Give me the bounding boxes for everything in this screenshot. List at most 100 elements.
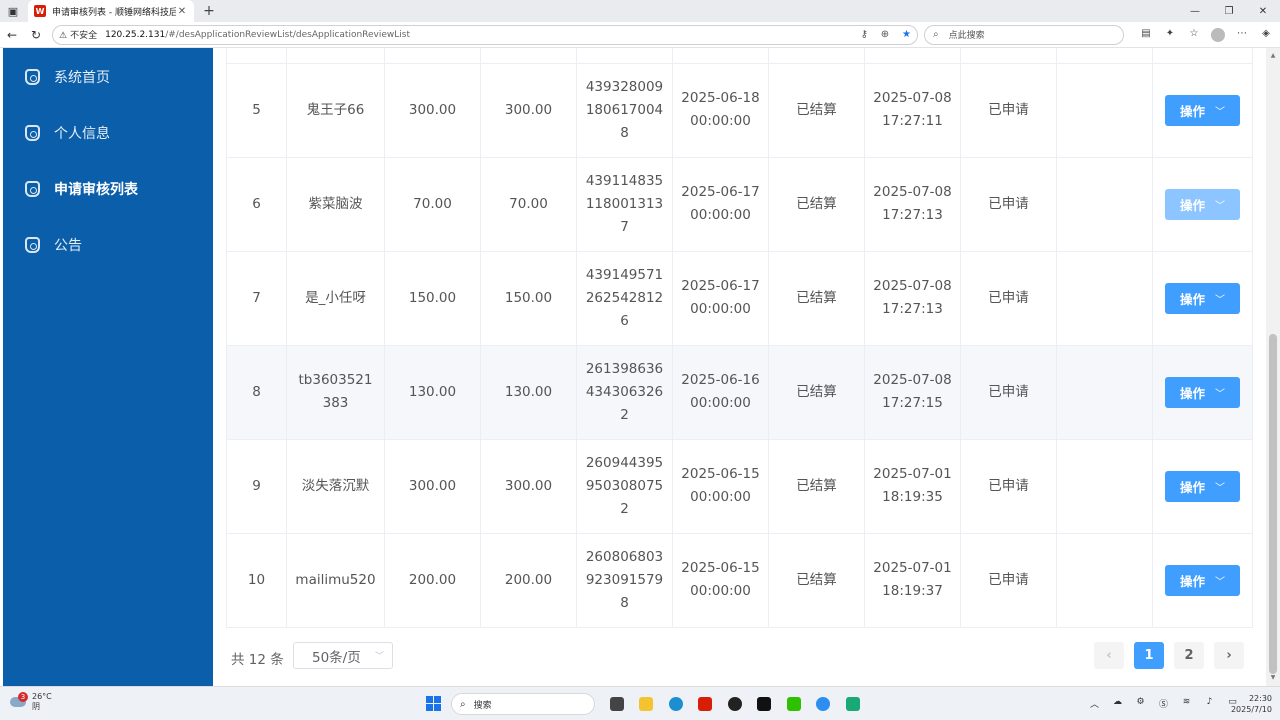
cell-order-date: 2025-06-15 00:00:00 (672, 439, 769, 534)
collections-icon[interactable]: ▤ (1134, 28, 1158, 42)
maximize-icon[interactable]: ❐ (1212, 0, 1246, 22)
next-page-button[interactable]: › (1214, 642, 1244, 669)
pagination: 共 12 条 50条/页 ﹀ ‹ 1 2 › (213, 638, 1266, 678)
task-view-icon[interactable] (602, 694, 632, 714)
url-actions: ⚷ ⊕ ★ (851, 29, 911, 40)
file-explorer-icon[interactable] (632, 694, 662, 714)
back-icon[interactable]: ← (0, 23, 24, 47)
cell-actual-amount: 300.00 (480, 439, 577, 534)
action-dropdown-button[interactable]: 操作 ﹀ (1165, 282, 1240, 314)
table-row: 9 淡失落沉默 300.00 300.00 2609443959503080752 202… (226, 439, 1253, 534)
cell-settlement-status: 已结算 (768, 439, 865, 534)
menu-item-icon (25, 237, 40, 253)
cell-apply-status: 已申请 (960, 251, 1057, 346)
taskbar-apps (602, 694, 868, 714)
page-size-select[interactable]: 50条/页 ﹀ (293, 642, 393, 669)
new-tab-icon[interactable]: + (198, 0, 220, 22)
insecure-badge[interactable]: ⚠ 不安全 (59, 28, 97, 41)
extension-icons: ▤ ✦ ☆ ⋯ ◈ (1134, 27, 1278, 42)
extensions-icon[interactable]: ✦ (1158, 28, 1182, 42)
chevron-down-icon: ﹀ (374, 652, 384, 662)
sidebar-item-review-list[interactable]: 申请审核列表 (3, 161, 213, 217)
windows-taskbar: 3 26°C 阴 ⌕ 搜索 ︿ ☁ ⚙ Ⓢ ≋ ♪ ▭ 22:30 2025/7/… (0, 686, 1280, 720)
cell-username: 鬼王子66 (286, 63, 385, 158)
sidebar-item-home[interactable]: 系统首页 (3, 49, 213, 105)
input-method-icon[interactable]: Ⓢ (1152, 697, 1175, 710)
more-menu-icon[interactable]: ⋯ (1230, 28, 1254, 42)
cell-amount: 300.00 (384, 439, 481, 534)
table-row: 10 mailimu520 200.00 200.00 2608068039230915… (226, 533, 1253, 628)
cell-apply-time: 2025-07-08 17:27:11 (864, 63, 961, 158)
tab-close-icon[interactable]: ✕ (176, 6, 188, 17)
edge-browser-icon[interactable] (661, 694, 691, 714)
cell-settlement-status: 已结算 (768, 251, 865, 346)
action-dropdown-button[interactable]: 操作 ﹀ (1165, 470, 1240, 502)
cell-order-number: 4391495712625428126 (576, 251, 673, 346)
favorite-star-icon[interactable]: ★ (902, 29, 911, 40)
wps-office-icon[interactable] (691, 694, 721, 714)
cell-index: 8 (226, 345, 287, 440)
page-scrollbar[interactable]: ▲ ▼ (1266, 48, 1280, 686)
cell-apply-time: 2025-07-08 17:27:13 (864, 157, 961, 252)
sidebar-item-announcements[interactable]: 公告 (3, 217, 213, 273)
taskbar-clock[interactable]: 22:30 2025/7/10 (1228, 693, 1272, 715)
cell-actual-amount: 130.00 (480, 345, 577, 440)
browser-search-input[interactable]: ⌕ 点此搜索 (924, 24, 1124, 45)
remote-desktop-icon[interactable] (838, 694, 868, 714)
action-dropdown-button[interactable]: 操作 ﹀ (1165, 188, 1240, 220)
panda-app-icon[interactable] (720, 694, 750, 714)
search-icon: ⌕ (460, 698, 466, 710)
menu-item-icon (25, 181, 40, 197)
cell-order-number: 2609443959503080752 (576, 439, 673, 534)
tab-title: 申请审核列表 - 顺锤网络科技后台 (52, 7, 176, 18)
prev-page-button[interactable]: ‹ (1094, 642, 1124, 669)
windows-start-icon[interactable] (426, 696, 441, 711)
cell-actual-amount: 300.00 (480, 63, 577, 158)
weather-widget[interactable]: 3 26°C 阴 (10, 692, 52, 712)
cell-empty (1056, 533, 1153, 628)
taskbar-search[interactable]: ⌕ 搜索 (451, 693, 595, 715)
tab-actions-icon[interactable]: ▣ (0, 0, 26, 22)
cell-empty (1056, 157, 1153, 252)
scrollbar-thumb[interactable] (1269, 334, 1277, 674)
refresh-icon[interactable]: ↻ (24, 23, 48, 47)
page-1-button[interactable]: 1 (1134, 642, 1164, 669)
sidebar-item-profile[interactable]: 个人信息 (3, 105, 213, 161)
scroll-up-icon[interactable]: ▲ (1269, 52, 1277, 60)
close-window-icon[interactable]: ✕ (1246, 0, 1280, 22)
cell-order-date: 2025-06-17 00:00:00 (672, 251, 769, 346)
cell-action: 操作 ﹀ (1152, 63, 1253, 158)
cell-index: 5 (226, 63, 287, 158)
wechat-icon[interactable] (779, 694, 809, 714)
profile-icon[interactable] (1206, 27, 1230, 42)
cell-settlement-status: 已结算 (768, 63, 865, 158)
onedrive-icon[interactable]: ☁ (1106, 697, 1129, 710)
sidebar-menu: 系统首页 个人信息 申请审核列表 公告 (3, 48, 213, 686)
cell-order-number: 4393280091806170048 (576, 63, 673, 158)
capcut-icon[interactable] (750, 694, 780, 714)
chevron-down-icon: ﹀ (1215, 106, 1225, 118)
volume-icon[interactable]: ♪ (1198, 697, 1221, 710)
action-dropdown-button[interactable]: 操作 ﹀ (1165, 94, 1240, 126)
browser-tab[interactable]: W 申请审核列表 - 顺锤网络科技后台 ✕ (28, 0, 194, 22)
cell-index: 6 (226, 157, 287, 252)
copilot-icon[interactable]: ◈ (1254, 28, 1278, 42)
cell-apply-time: 2025-07-08 17:27:13 (864, 251, 961, 346)
site-favicon-icon: W (34, 5, 46, 17)
wifi-icon[interactable]: ≋ (1175, 697, 1198, 710)
url-input[interactable]: ⚠ 不安全 120.25.2.131/#/desApplicationReview… (52, 24, 918, 45)
cell-empty (1056, 439, 1153, 534)
action-dropdown-button[interactable]: 操作 ﹀ (1165, 564, 1240, 596)
minimize-icon[interactable]: — (1178, 0, 1212, 22)
security-icon[interactable]: ⚙ (1129, 697, 1152, 710)
zoom-icon[interactable]: ⊕ (881, 29, 889, 40)
key-icon[interactable]: ⚷ (861, 29, 868, 40)
page-2-button[interactable]: 2 (1174, 642, 1204, 669)
scroll-down-icon[interactable]: ▼ (1269, 674, 1277, 682)
tray-expand-icon[interactable]: ︿ (1083, 697, 1106, 710)
search-icon: ⌕ (933, 29, 939, 40)
system-tray: ︿ ☁ ⚙ Ⓢ ≋ ♪ ▭ (1083, 697, 1244, 710)
action-dropdown-button[interactable]: 操作 ﹀ (1165, 376, 1240, 408)
favorites-icon[interactable]: ☆ (1182, 28, 1206, 42)
chat-app-icon[interactable] (809, 694, 839, 714)
